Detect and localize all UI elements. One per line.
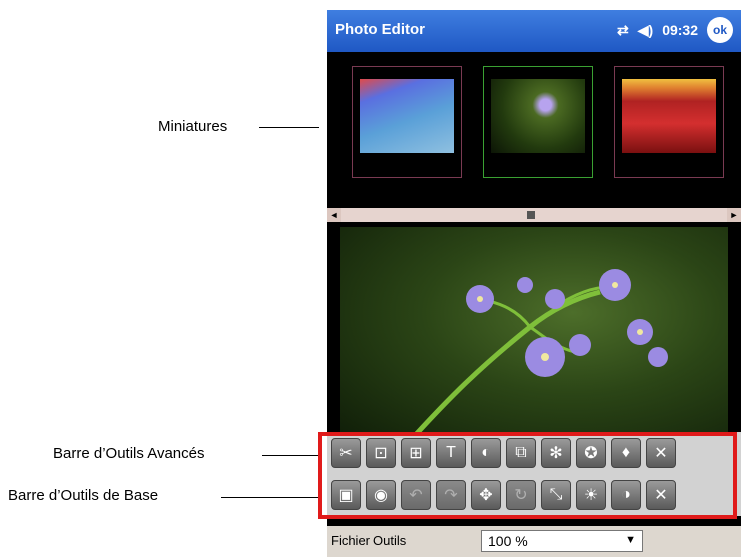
flower-photo-illustration — [408, 269, 668, 441]
thumbnail-scrollbar[interactable]: ◄ ► — [327, 208, 741, 222]
chevron-down-icon[interactable]: ▼ — [625, 534, 636, 546]
menu-fichier[interactable]: Fichier — [331, 533, 370, 548]
thumbnail-image — [622, 79, 716, 153]
title-bar: Photo Editor ⇄ ◀︎) 09:32 ok — [327, 10, 741, 52]
callout-line-basic — [221, 497, 318, 498]
thumbnail-image — [491, 79, 585, 153]
thumbnail-strip — [327, 52, 741, 208]
status-area: ⇄ ◀︎) 09:32 ok — [617, 17, 733, 43]
scroll-left-arrow[interactable]: ◄ — [327, 208, 341, 222]
callout-line-miniatures — [259, 127, 319, 128]
ok-button[interactable]: ok — [707, 17, 733, 43]
clock-time: 09:32 — [662, 22, 698, 38]
callout-advanced-toolbar: Barre d’Outils Avancés — [53, 445, 205, 462]
scroll-thumb[interactable] — [527, 211, 535, 219]
thumbnail-image — [360, 79, 454, 153]
callout-line-advanced — [262, 455, 318, 456]
sync-arrows-icon[interactable]: ⇄ — [617, 22, 629, 39]
main-photo[interactable] — [340, 227, 728, 441]
zoom-select[interactable]: 100 % ▼ — [481, 530, 643, 552]
thumbnail-red-tulips[interactable] — [614, 66, 724, 178]
zoom-value: 100 % — [488, 533, 528, 549]
menu-bar: Fichier Outils 100 % ▼ — [327, 526, 741, 557]
speaker-icon[interactable]: ◀︎) — [638, 22, 653, 39]
scroll-right-arrow[interactable]: ► — [727, 208, 741, 222]
callout-miniatures: Miniatures — [158, 118, 228, 135]
thumbnail-purple-flower[interactable] — [483, 66, 593, 178]
menu-outils[interactable]: Outils — [373, 533, 406, 548]
app-title: Photo Editor — [335, 21, 425, 38]
toolbar-highlight-frame — [318, 432, 737, 519]
callout-basic-toolbar: Barre d’Outils de Base — [8, 487, 159, 504]
thumbnail-tulips-water[interactable] — [352, 66, 462, 178]
